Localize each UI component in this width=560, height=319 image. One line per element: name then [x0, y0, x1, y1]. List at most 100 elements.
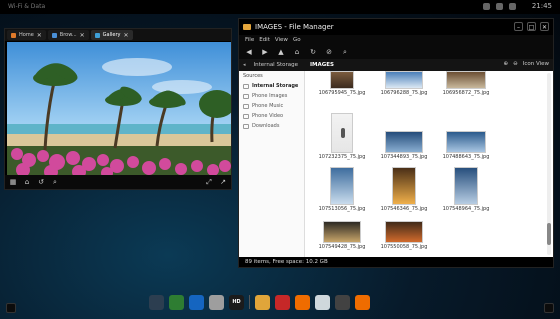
sidebar-item-downloads[interactable]: Downloads	[239, 121, 304, 131]
home-icon[interactable]: ⌂	[293, 48, 301, 56]
file-name: 107546346_75.jpg	[380, 206, 428, 212]
search-icon[interactable]: ⌕	[51, 178, 59, 186]
file-thumbnail	[454, 167, 478, 205]
file-thumbnail	[446, 71, 486, 89]
file-item[interactable]: 106796288_75.jpg	[375, 71, 433, 96]
file-item[interactable]: 107550058_75.jpg	[375, 221, 433, 250]
fm-sidebar: Sources Internal Storage Phone Images Ph…	[239, 71, 305, 257]
breadcrumb-images[interactable]: IMAGES	[306, 61, 338, 69]
breadcrumb: ◂ Internal Storage IMAGES ⊕ ⊖ Icon View	[239, 59, 553, 71]
sidebar-item-label: Internal Storage	[252, 83, 299, 89]
home-icon[interactable]: ⌂	[23, 178, 31, 186]
corner-left-button[interactable]	[6, 303, 16, 313]
fullscreen-icon[interactable]: ⤢	[205, 178, 213, 186]
breadcrumb-internal-storage[interactable]: Internal Storage	[250, 61, 302, 69]
scrollbar-thumb[interactable]	[547, 223, 551, 245]
stop-icon[interactable]: ⊘	[325, 48, 333, 56]
sidebar-item-internal-storage[interactable]: Internal Storage	[239, 81, 304, 91]
file-item[interactable]: 107344893_75.jpg	[375, 131, 433, 160]
close-icon[interactable]: ✕	[540, 22, 549, 31]
forward-icon[interactable]: ▶	[261, 48, 269, 56]
dock-folder-icon[interactable]	[255, 294, 270, 310]
close-icon[interactable]: ✕	[123, 32, 128, 39]
battery-icon	[509, 3, 516, 10]
file-item[interactable]: 107548964_75.jpg	[437, 167, 495, 212]
dock-motorola-icon[interactable]	[275, 294, 290, 310]
dock-firefox-icon[interactable]	[295, 294, 310, 310]
file-name: 106796288_75.jpg	[380, 90, 428, 96]
tab-home[interactable]: Home ✕	[7, 30, 46, 40]
rotate-icon[interactable]: ↺	[37, 178, 45, 186]
menu-go[interactable]: Go	[293, 37, 301, 43]
sidebar-item-phone-images[interactable]: Phone Images	[239, 91, 304, 101]
menu-file[interactable]: File	[245, 37, 254, 43]
dock-tools-icon[interactable]	[335, 294, 350, 310]
scrollbar[interactable]	[547, 73, 551, 255]
fm-titlebar: IMAGES - File Manager – □ ✕	[239, 19, 553, 35]
sidebar-item-label: Downloads	[252, 123, 280, 129]
gallery-icon	[94, 32, 100, 38]
file-grid: 106795945_75.jpg 106796288_75.jpg 106956…	[309, 71, 545, 257]
file-thumbnail	[331, 113, 353, 153]
zoom-in-icon[interactable]: ⊕	[503, 61, 508, 67]
file-thumbnail	[392, 167, 416, 205]
file-item[interactable]: 107549428_75.jpg	[313, 221, 371, 250]
file-name: 107550058_75.jpg	[380, 244, 428, 250]
signal-icon	[496, 3, 503, 10]
file-item[interactable]: 106956872_75.jpg	[437, 71, 495, 96]
dock-messaging-icon[interactable]	[209, 294, 224, 310]
search-icon[interactable]: ⌕	[341, 48, 349, 57]
file-thumbnail	[330, 167, 354, 205]
dock-firefox-2-icon[interactable]	[355, 294, 370, 310]
tab-gallery-label: Gallery	[102, 32, 121, 38]
close-icon[interactable]: ✕	[37, 32, 42, 39]
up-icon[interactable]: ▲	[277, 48, 285, 56]
window-controls: – □ ✕	[514, 22, 549, 31]
dock-phone-icon[interactable]	[149, 294, 164, 310]
share-icon[interactable]: ↗	[219, 178, 227, 186]
dock-separator	[249, 295, 250, 309]
file-item[interactable]: 107232375_75.jpg	[313, 113, 371, 160]
folder-icon	[243, 24, 251, 30]
file-item[interactable]: 107513056_75.jpg	[313, 167, 371, 212]
status-title: Wi-Fi & Data	[8, 3, 46, 10]
zoom-out-icon[interactable]: ⊖	[513, 61, 518, 67]
refresh-icon[interactable]: ↻	[309, 48, 317, 56]
minimize-icon[interactable]: –	[514, 22, 523, 31]
back-icon[interactable]: ◀	[245, 48, 253, 56]
sidebar-item-label: Phone Images	[252, 93, 288, 99]
beach-photo[interactable]	[7, 42, 231, 175]
gallery-window: Home ✕ Brow... ✕ Gallery ✕ ▦ ⌂ ↺ ⌕ ⤢ ↗	[4, 28, 232, 190]
status-bar: Wi-Fi & Data 21:45	[0, 0, 560, 14]
file-item[interactable]: 107546346_75.jpg	[375, 167, 433, 212]
folder-icon	[243, 93, 249, 99]
beach-photo-image	[7, 42, 231, 175]
menu-edit[interactable]: Edit	[259, 37, 270, 43]
corner-right-button[interactable]	[544, 303, 554, 313]
folder-icon	[243, 123, 249, 129]
fm-toolbar: ◀ ▶ ▲ ⌂ ↻ ⊘ ⌕	[239, 45, 553, 59]
sidebar-item-phone-music[interactable]: Phone Music	[239, 101, 304, 111]
dock-hd-video-icon[interactable]: HD	[229, 294, 244, 310]
file-name: 107232375_75.jpg	[318, 154, 366, 160]
breadcrumb-arrow-icon[interactable]: ◂	[243, 62, 246, 68]
dock-contacts-icon[interactable]	[189, 294, 204, 310]
dock-search-icon[interactable]	[315, 294, 330, 310]
file-thumbnail	[385, 71, 423, 89]
sidebar-item-phone-video[interactable]: Phone Video	[239, 111, 304, 121]
maximize-icon[interactable]: □	[527, 22, 536, 31]
file-name: 107344893_75.jpg	[380, 154, 428, 160]
menu-view[interactable]: View	[275, 37, 288, 43]
fm-body: Sources Internal Storage Phone Images Ph…	[239, 71, 553, 257]
grid-icon[interactable]: ▦	[9, 178, 17, 186]
file-name: 107548964_75.jpg	[442, 206, 490, 212]
dock-spreadsheet-icon[interactable]	[169, 294, 184, 310]
tab-gallery[interactable]: Gallery ✕	[90, 30, 133, 40]
file-item[interactable]: 107488643_75.jpg	[437, 131, 495, 160]
icon-view-button[interactable]: Icon View	[523, 61, 549, 67]
close-icon[interactable]: ✕	[80, 32, 85, 39]
file-thumbnail	[330, 71, 354, 89]
file-item[interactable]: 106795945_75.jpg	[313, 71, 371, 96]
drive-icon	[243, 83, 249, 89]
tab-browser[interactable]: Brow... ✕	[47, 30, 89, 40]
